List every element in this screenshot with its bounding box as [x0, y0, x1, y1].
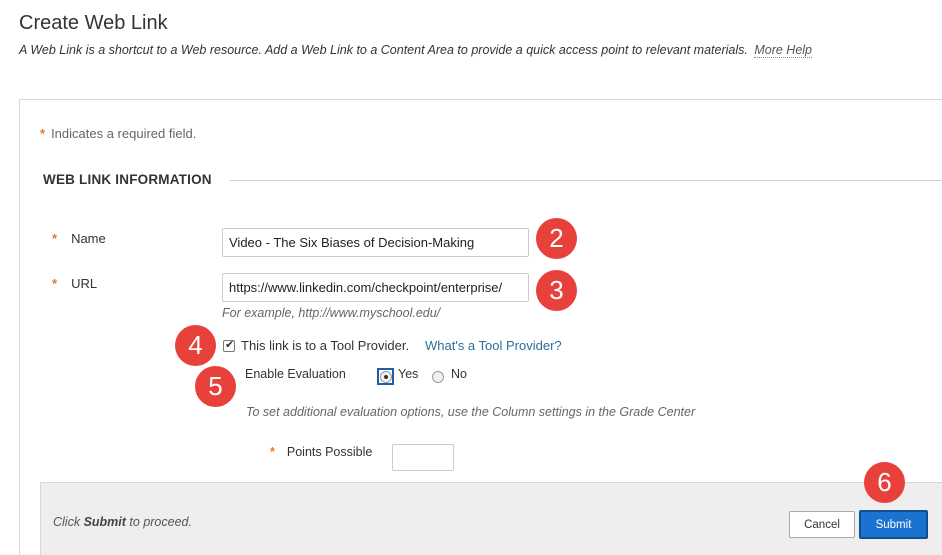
callout-badge-6: 6	[864, 462, 905, 503]
required-star: *	[270, 445, 275, 459]
cancel-button[interactable]: Cancel	[789, 511, 855, 538]
radio-selected-dot	[384, 375, 388, 379]
required-note: * Indicates a required field.	[40, 126, 196, 141]
tool-provider-checkbox[interactable]: ✔	[223, 339, 235, 352]
tool-provider-label: This link is to a Tool Provider.	[241, 338, 410, 353]
name-label-text: Name	[71, 231, 106, 246]
footer-suffix: to proceed.	[129, 515, 192, 529]
evaluation-yes-label: Yes	[398, 367, 419, 381]
points-possible-label: * Points Possible	[270, 445, 372, 459]
points-possible-label-text: Points Possible	[286, 445, 373, 459]
footer-instruction: Click Submit to proceed.	[53, 515, 192, 529]
evaluation-no-radio[interactable]	[432, 371, 444, 383]
callout-badge-5: 5	[195, 366, 236, 407]
name-input[interactable]	[222, 228, 529, 257]
callout-badge-3: 3	[536, 270, 577, 311]
page-description-text: A Web Link is a shortcut to a Web resour…	[19, 43, 748, 57]
evaluation-yes-radio[interactable]	[380, 371, 392, 383]
section-title: WEB LINK INFORMATION	[43, 172, 212, 187]
page-title: Create Web Link	[19, 12, 168, 34]
submit-button[interactable]: Submit	[859, 510, 928, 539]
page-description: A Web Link is a shortcut to a Web resour…	[19, 43, 813, 58]
callout-badge-2: 2	[536, 218, 577, 259]
required-note-text: Indicates a required field.	[51, 126, 197, 141]
section-divider	[230, 180, 942, 181]
check-icon: ✔	[225, 339, 235, 351]
required-star: *	[40, 126, 46, 141]
url-input[interactable]	[222, 273, 529, 302]
tool-provider-help-link[interactable]: What's a Tool Provider?	[425, 338, 562, 353]
required-star: *	[52, 276, 58, 291]
url-label-text: URL	[71, 276, 98, 291]
footer-prefix: Click	[53, 515, 81, 529]
callout-badge-4: 4	[175, 325, 216, 366]
enable-evaluation-label: Enable Evaluation	[245, 367, 346, 381]
footer-bold: Submit	[83, 515, 126, 529]
evaluation-no-label: No	[451, 367, 467, 381]
name-label: * Name	[52, 231, 106, 246]
points-possible-input[interactable]	[392, 444, 454, 471]
url-hint: For example, http://www.myschool.edu/	[222, 306, 441, 320]
evaluation-note: To set additional evaluation options, us…	[246, 405, 696, 419]
url-label: * URL	[52, 276, 97, 291]
more-help-link[interactable]: More Help	[754, 43, 813, 58]
required-star: *	[52, 231, 58, 246]
